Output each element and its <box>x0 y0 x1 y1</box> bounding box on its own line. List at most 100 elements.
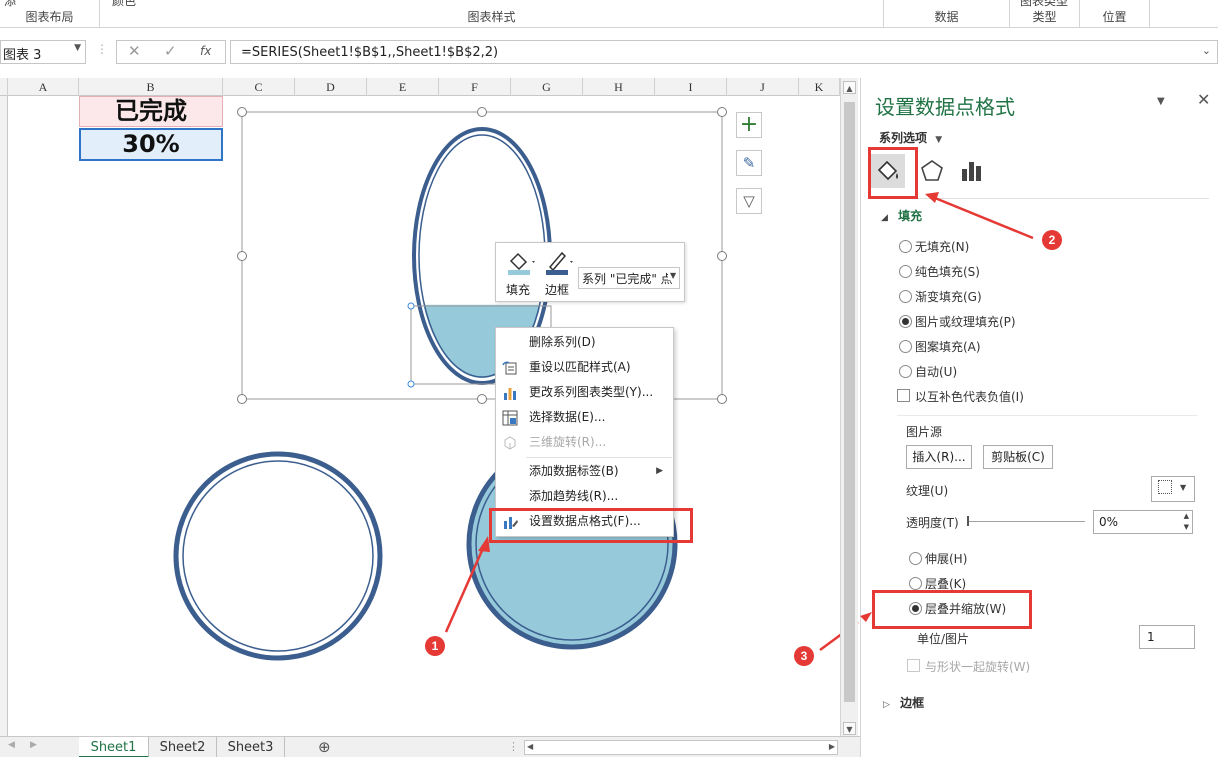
menu-item-add-trendline[interactable]: 添加趋势线(R)... <box>496 484 673 509</box>
spin-up-icon[interactable]: ▲ <box>1184 512 1189 520</box>
scroll-left-arrow-icon[interactable]: ◀ <box>527 742 533 751</box>
annotation-badge-1: 1 <box>425 636 445 656</box>
point-handle[interactable] <box>407 380 415 388</box>
empty-circle-inner <box>182 460 374 652</box>
point-handle[interactable] <box>407 302 415 310</box>
transparency-label: 透明度(T) <box>906 516 959 530</box>
chart-filter-funnel-icon[interactable]: ▽ <box>736 188 762 214</box>
resize-handle[interactable] <box>717 394 727 404</box>
ribbon-group-label: 数据 <box>934 10 959 24</box>
empty-circle-outer[interactable] <box>173 451 383 661</box>
units-per-picture-label: 单位/图片 <box>917 632 970 646</box>
ribbon-group-label: 位置 <box>1102 10 1127 24</box>
annotation-badge-2: 2 <box>1042 230 1062 250</box>
radio-label: 图片或纹理填充(P) <box>915 315 1016 329</box>
units-per-picture-input[interactable]: 1 <box>1139 625 1195 649</box>
chevron-down-icon[interactable]: ⌄ <box>1202 44 1211 57</box>
border-section-label: 边框 <box>900 696 925 710</box>
series-selector-value: 系列 "已完成" 点 <box>582 272 673 286</box>
menu-item-change-chart-type[interactable]: 更改系列图表类型(Y)... <box>496 380 673 405</box>
annotation-box-stack-and-scale <box>872 590 1032 629</box>
ribbon-group-location[interactable]: 位置 <box>1080 0 1150 28</box>
scrollbar-thumb[interactable] <box>844 102 855 702</box>
menu-item-delete-series[interactable]: 删除系列(D) <box>496 330 673 355</box>
menu-item-label: 更改系列图表类型(Y)... <box>529 385 654 399</box>
transparency-input[interactable]: 0% ▲ ▼ <box>1093 510 1193 534</box>
add-sheet-icon[interactable]: ⊕ <box>318 738 331 756</box>
submenu-arrow-icon: ▶ <box>656 466 663 476</box>
transparency-slider-thumb[interactable] <box>967 516 969 526</box>
border-section-header[interactable]: ▷ 边框 <box>883 694 924 711</box>
radio-automatic-fill[interactable]: 自动(U) <box>899 363 957 380</box>
paint-bucket-icon[interactable] <box>506 249 536 277</box>
scroll-up-arrow-icon[interactable]: ▲ <box>843 81 856 94</box>
tab-scroll-right-icon[interactable]: ▶ <box>30 740 37 750</box>
checkbox-invert-negative[interactable]: 以互补色代表负值(I) <box>897 388 1024 405</box>
texture-picker[interactable]: ▼ <box>1151 476 1195 502</box>
ribbon-group-data[interactable]: 数据 <box>884 0 1010 28</box>
texture-swatch-icon <box>1158 480 1172 494</box>
menu-item-label: 删除系列(D) <box>529 335 596 349</box>
annotation-arrowhead <box>925 192 939 203</box>
menu-item-label: 添加数据标签(B) <box>529 464 619 478</box>
annotation-box-fill-tab <box>868 147 918 199</box>
resize-handle[interactable] <box>717 107 727 117</box>
tab-sheet3[interactable]: Sheet3 <box>217 737 285 757</box>
ribbon-group-type[interactable]: 图表类型 类型 <box>1010 0 1080 28</box>
annotation-arrowhead-3 <box>860 612 872 622</box>
radio-label: 自动(U) <box>915 365 958 379</box>
clipboard-button[interactable]: 剪贴板(C) <box>983 445 1053 469</box>
radio-stretch[interactable]: 伸展(H) <box>909 550 967 567</box>
spin-down-icon[interactable]: ▼ <box>1184 523 1189 531</box>
outline-button-label[interactable]: 边框 <box>545 281 569 298</box>
tab-sheet2[interactable]: Sheet2 <box>149 737 217 757</box>
radio-solid-fill[interactable]: 纯色填充(S) <box>899 263 980 280</box>
context-menu: 删除系列(D) 重设以匹配样式(A) 更改系列图表类型(Y)... 选择数据(E… <box>495 327 674 537</box>
series-selector[interactable]: 系列 "已完成" 点 <box>578 267 680 289</box>
pen-outline-icon[interactable] <box>544 249 574 277</box>
pane-divider <box>897 415 1197 416</box>
resize-handle[interactable] <box>237 107 247 117</box>
radio-picture-texture-fill[interactable]: 图片或纹理填充(P) <box>899 313 1016 330</box>
radio-label: 渐变填充(G) <box>915 290 982 304</box>
texture-label: 纹理(U) <box>906 484 949 498</box>
radio-label: 纯色填充(S) <box>915 265 980 279</box>
menu-item-select-data[interactable]: 选择数据(E)... <box>496 405 673 430</box>
mini-toolbar: 填充 边框 系列 "已完成" 点 ▼ <box>495 242 685 302</box>
sheet-tab-bar: ◀ ▶ Sheet1 Sheet2 Sheet3 ⊕ ⋮ ◀ ▶ <box>0 736 860 757</box>
menu-item-add-data-labels[interactable]: 添加数据标签(B) ▶ <box>496 459 673 484</box>
horizontal-scrollbar[interactable]: ◀ ▶ <box>524 740 838 755</box>
resize-handle[interactable] <box>717 251 727 261</box>
more-icon: ⋮ <box>508 740 519 753</box>
resize-handle[interactable] <box>477 107 487 117</box>
insert-picture-button[interactable]: 插入(R)... <box>906 445 972 469</box>
resize-handle[interactable] <box>477 394 487 404</box>
fill-button-label[interactable]: 填充 <box>506 281 530 298</box>
picture-source-label: 图片源 <box>906 425 943 439</box>
checkbox-label: 与形状一起旋转(W) <box>925 660 1031 674</box>
chart-elements-plus-icon[interactable]: + <box>736 112 762 138</box>
menu-item-reset-style[interactable]: 重设以匹配样式(A) <box>496 355 673 380</box>
tab-sheet1[interactable]: Sheet1 <box>79 737 149 757</box>
tab-scroll-left-icon[interactable]: ◀ <box>8 740 15 750</box>
menu-item-label: 重设以匹配样式(A) <box>529 360 631 374</box>
chevron-down-icon[interactable]: ▼ <box>668 271 677 280</box>
reset-style-icon <box>502 361 517 375</box>
chart-styles-brush-icon[interactable]: ✎ <box>736 150 762 176</box>
radio-pattern-fill[interactable]: 图案填充(A) <box>899 338 981 355</box>
resize-handle[interactable] <box>237 251 247 261</box>
menu-divider <box>526 457 672 458</box>
scroll-right-arrow-icon[interactable]: ▶ <box>829 742 835 751</box>
transparency-slider-track[interactable] <box>967 521 1085 522</box>
resize-handle[interactable] <box>237 394 247 404</box>
scroll-down-arrow-icon[interactable]: ▼ <box>843 722 856 735</box>
radio-label: 层叠(K) <box>925 577 967 591</box>
radio-gradient-fill[interactable]: 渐变填充(G) <box>899 288 982 305</box>
checkbox-label: 以互补色代表负值(I) <box>915 390 1024 404</box>
select-data-icon <box>502 410 518 426</box>
checkbox-rotate-with-shape: 与形状一起旋转(W) <box>907 658 1030 675</box>
menu-item-label: 三维旋转(R)... <box>529 435 607 449</box>
chevron-down-icon: ▼ <box>1180 483 1187 492</box>
cube-3d-icon <box>504 436 516 450</box>
vertical-scrollbar[interactable]: ▲ ▼ <box>840 78 858 736</box>
